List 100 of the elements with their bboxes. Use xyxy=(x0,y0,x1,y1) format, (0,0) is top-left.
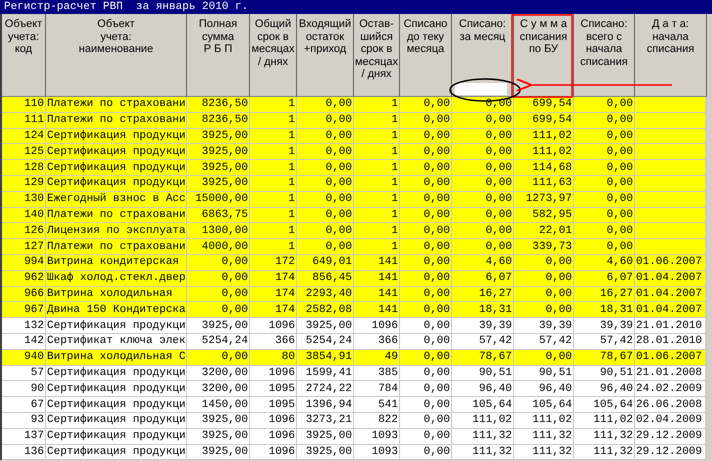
table-cell: 57,42 xyxy=(478,334,513,348)
table-cell: 0,00 xyxy=(486,240,513,254)
table-cell: 105,64 xyxy=(472,398,513,412)
table-cell: 3200,00 xyxy=(202,382,249,396)
table-cell: 3925,00 xyxy=(202,413,249,428)
table-cell: 111,02 xyxy=(532,413,573,428)
table-cell: 141 xyxy=(378,255,399,270)
table-cell: 0,00 xyxy=(424,429,451,444)
table-cell: 0,00 xyxy=(424,382,451,396)
table-cell: 1 xyxy=(288,176,296,190)
table-cell: 67 xyxy=(30,398,45,412)
table-cell: 8236,50 xyxy=(202,113,249,128)
table-cell: 4000,00 xyxy=(202,240,249,254)
table-cell: 111,32 xyxy=(532,444,573,459)
table-cell: 0,00 xyxy=(326,128,353,143)
table-cell: 0,00 xyxy=(424,176,451,190)
table-row[interactable]: 142 Сертификат ключа элек 5254,24 366 5254,24 366 0,00 57,42 57,42 57,42 28.01.2010 xyxy=(2,334,705,350)
table-cell: 1 xyxy=(288,97,296,112)
table-cell: 0,00 xyxy=(486,208,513,222)
table-cell: 3854,91 xyxy=(306,350,353,364)
table-cell: Сертификация продукци xyxy=(46,176,186,190)
table-cell: 1 xyxy=(391,128,399,143)
table-cell: 582,95 xyxy=(532,208,573,222)
table-cell: 0,00 xyxy=(606,128,634,143)
table-row[interactable]: 962 Шкаф холод.стекл.двер 0,00 174 856,45 141 0,00 6,07 0,00 6,07 01.04.2007 xyxy=(2,270,705,287)
table-row[interactable]: 129 Сертификация продукци 3925,00 1 0,00 1 0,00 0,00 111,63 0,00 xyxy=(2,176,705,192)
table-cell: 1095 xyxy=(268,398,296,412)
column-header: С у м м а списания по БУ xyxy=(514,14,574,97)
table-cell: 90,51 xyxy=(538,366,573,380)
table-cell: 1096 xyxy=(268,429,296,444)
column-header: Входящий остаток +приход xyxy=(297,14,354,97)
table-cell: 967 xyxy=(24,302,45,317)
table-cell: 4,60 xyxy=(606,255,634,270)
table-cell: 3925,00 xyxy=(306,444,353,459)
table-row[interactable]: 57 Сертификация продукци 3200,00 1096 1599,41 385 0,00 90,51 90,51 90,51 21.01.2008 xyxy=(2,366,705,382)
table-row[interactable]: 132 Сертификация продукци 3925,00 1096 3925,00 1096 0,00 39,39 39,39 39,39 21.01.2010 xyxy=(2,318,705,334)
table-cell: 1273,97 xyxy=(526,192,573,206)
table-cell: 39,39 xyxy=(600,318,634,333)
table-cell: 39,39 xyxy=(478,318,513,333)
table-row[interactable]: 93 Сертификация продукци 3925,00 1096 3273,21 822 0,00 111,02 111,02 111,02 02.04.2009 xyxy=(2,412,705,429)
table-cell: 649,01 xyxy=(312,255,353,270)
table-cell: 1300,00 xyxy=(202,224,249,238)
table-row[interactable]: 67 Сертификация продукци 1450,00 1095 1396,94 541 0,00 105,64 105,64 105,64 26.06.2008 xyxy=(2,397,705,413)
table-cell: 784 xyxy=(378,382,399,396)
table-cell: 822 xyxy=(378,413,399,428)
table-cell: 966 xyxy=(24,286,45,301)
table-cell: 114,68 xyxy=(532,160,573,175)
table-cell: 0,00 xyxy=(326,113,353,128)
table-cell: 1 xyxy=(391,208,399,222)
table-cell: 3925,00 xyxy=(202,429,249,444)
table-row[interactable]: 140 Платежи по страховани 6863,75 1 0,00 1 0,00 0,00 582,95 0,00 xyxy=(2,208,705,224)
table-cell: 96,40 xyxy=(538,382,573,396)
table-row[interactable]: 136 Сертификация продукци 3925,00 1096 3925,00 1093 0,00 111,32 111,32 111,32 29.12.2009 xyxy=(2,444,705,460)
table-cell: Сертификация продукци xyxy=(46,144,186,159)
table-cell: 0,00 xyxy=(546,271,573,286)
table-cell: 0,00 xyxy=(326,176,353,190)
table-row[interactable]: 967 Двина 150 Кондитерска 0,00 174 2582,08 141 0,00 18,31 0,00 18,31 01.04.2007 xyxy=(2,302,705,318)
table-cell: 0,00 xyxy=(424,192,451,206)
table-cell: 0,00 xyxy=(486,224,513,238)
table-cell: 0,00 xyxy=(424,97,451,112)
table-cell: 02.04.2009 xyxy=(635,413,702,428)
table-row[interactable]: 124 Сертификация продукци 3925,00 1 0,00 1 0,00 0,00 111,02 0,00 xyxy=(2,128,705,144)
table-cell: 856,45 xyxy=(312,271,353,286)
table-cell: 0,00 xyxy=(606,208,634,222)
table-row[interactable]: 940 Витрина холодильная С 0,00 80 3854,91 49 0,00 78,67 0,00 78,67 01.06.2007 xyxy=(2,350,705,366)
table-cell: 132 xyxy=(24,318,45,333)
table-cell: 0,00 xyxy=(486,144,513,159)
table-cell: 1 xyxy=(391,113,399,128)
table-cell: Платежи по страховани xyxy=(46,113,186,128)
table-cell: Сертификация продукци xyxy=(46,413,186,428)
table-row[interactable]: 128 Сертификация продукци 3925,00 1 0,00 1 0,00 0,00 114,68 0,00 xyxy=(2,160,705,176)
table-cell: 174 xyxy=(275,271,296,286)
table-row[interactable]: 994 Витрина кондитерская 0,00 172 649,01 141 0,00 4,60 0,00 4,60 01.06.2007 xyxy=(2,254,705,271)
table-cell: 0,00 xyxy=(606,144,634,159)
table-row[interactable]: 125 Сертификация продукци 3925,00 1 0,00 1 0,00 0,00 111,02 0,00 xyxy=(2,144,705,160)
table-cell: Витрина холодильная С xyxy=(46,350,186,364)
table-cell: 0,00 xyxy=(424,160,451,175)
table-row[interactable]: 966 Витрина холодильная 0,00 174 2293,40 141 0,00 16,27 0,00 16,27 01.04.2007 xyxy=(2,286,705,302)
table-row[interactable]: 90 Сертификация продукци 3200,00 1095 2724,22 784 0,00 96,40 96,40 96,40 24.02.2009 xyxy=(2,381,705,398)
column-header: Объект учета: код xyxy=(2,14,46,97)
table-row[interactable]: 126 Лицензия по эксплуата 1300,00 1 0,00 1 0,00 0,00 22,01 0,00 xyxy=(2,223,705,240)
table-row[interactable]: 111 Платежи по страховани 8236,50 1 0,00 1 0,00 0,00 699,54 0,00 xyxy=(2,112,705,129)
table-cell: 1096 xyxy=(268,444,296,459)
table-cell: 24.02.2009 xyxy=(635,382,702,396)
table-cell: 366 xyxy=(378,334,399,348)
table-cell: 3925,00 xyxy=(306,429,353,444)
table-cell: 0,00 xyxy=(606,224,634,238)
table-cell: 0,00 xyxy=(486,128,513,143)
table-row[interactable]: 137 Сертификация продукци 3925,00 1096 3925,00 1093 0,00 111,32 111,32 111,32 29.12.2009 xyxy=(2,428,705,445)
table-row[interactable]: 127 Платежи по страховани 4000,00 1 0,00 1 0,00 0,00 339,73 0,00 xyxy=(2,239,705,255)
table-cell: 0,00 xyxy=(606,192,634,206)
table-cell: Двина 150 Кондитерска xyxy=(46,302,186,317)
table-cell: 0,00 xyxy=(546,350,573,364)
table-cell: 01.04.2007 xyxy=(635,271,702,286)
table-cell: Шкаф холод.стекл.двер xyxy=(46,271,186,286)
table-cell: Витрина кондитерская xyxy=(46,255,180,270)
table-cell: 1096 xyxy=(268,318,296,333)
blank-field xyxy=(455,83,507,95)
table-row[interactable]: 130 Ежегодный взнос в Асс 15000,00 1 0,00 1 0,00 0,00 1273,97 0,00 xyxy=(2,192,705,208)
table-cell: 1 xyxy=(391,176,399,190)
